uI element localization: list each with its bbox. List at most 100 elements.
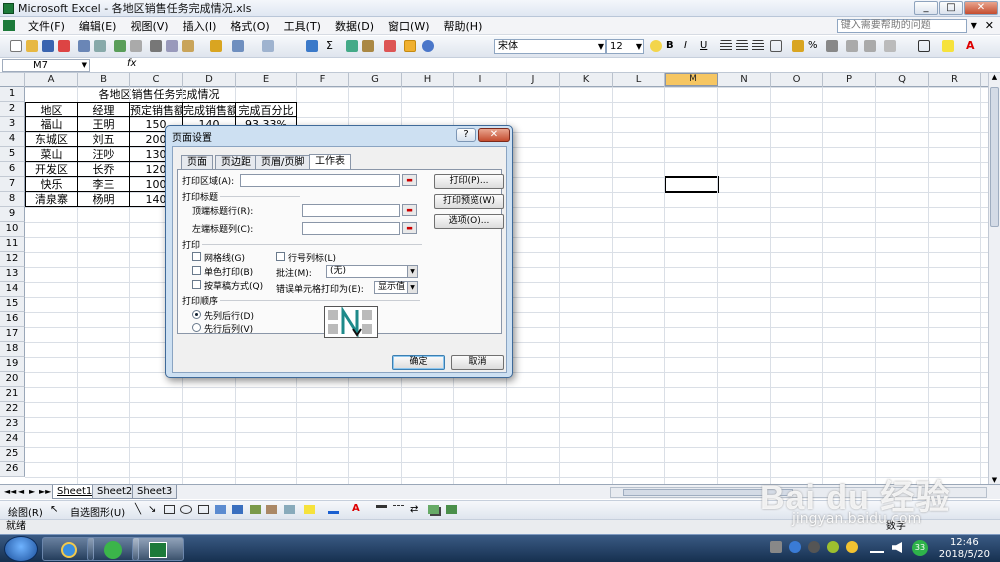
currency-icon[interactable]	[792, 40, 804, 52]
sheet-title-cell[interactable]: 各地区销售任务完成情况	[80, 87, 238, 102]
tab-margins[interactable]: 页边距	[215, 155, 257, 169]
table-cell[interactable]: 杨明	[78, 192, 130, 207]
row-header-15[interactable]: 15	[0, 297, 25, 312]
insert-function-icon[interactable]: fx	[127, 58, 136, 69]
menu-format[interactable]: 格式(O)	[223, 18, 276, 34]
dialog-close-button[interactable]: ✕	[478, 128, 510, 142]
column-header-i[interactable]: I	[454, 73, 507, 87]
column-header-c[interactable]: C	[130, 73, 183, 87]
table-cell[interactable]: 汪吵	[78, 147, 130, 162]
hyperlink-icon[interactable]	[306, 40, 318, 52]
scroll-up-icon[interactable]: ▲	[989, 73, 1000, 81]
menu-edit[interactable]: 编辑(E)	[72, 18, 124, 34]
print-icon[interactable]	[78, 40, 90, 52]
volume-icon[interactable]	[892, 542, 902, 553]
cell-errors-select[interactable]: 显示值 ▼	[374, 281, 418, 294]
table-header-cell[interactable]: 预定销售额	[130, 102, 183, 117]
rows-to-repeat-input[interactable]	[302, 204, 400, 217]
arrow-style-icon[interactable]: ⇄	[410, 504, 418, 515]
black-white-checkbox[interactable]	[192, 266, 201, 275]
increase-decimal-icon[interactable]	[846, 40, 858, 52]
last-sheet-icon[interactable]: ►►	[39, 487, 51, 496]
select-objects-icon[interactable]: ↖	[50, 504, 58, 515]
minimize-button[interactable]: _	[914, 1, 938, 15]
menu-help[interactable]: 帮助(H)	[437, 18, 490, 34]
row-header-21[interactable]: 21	[0, 387, 25, 402]
new-icon[interactable]	[10, 40, 22, 52]
merge-center-icon[interactable]	[770, 40, 782, 52]
row-header-1[interactable]: 1	[0, 87, 25, 102]
line-style-icon[interactable]	[376, 505, 387, 514]
copy-icon[interactable]	[166, 40, 178, 52]
line-color-icon[interactable]	[328, 505, 339, 514]
table-header-cell[interactable]: 地区	[25, 102, 78, 117]
print-button[interactable]: 打印(P)...	[434, 174, 504, 189]
row-header-25[interactable]: 25	[0, 447, 25, 462]
draw-menu-button[interactable]: 绘图(R)	[8, 504, 43, 519]
sheet-tab-sheet3[interactable]: Sheet3	[132, 485, 178, 499]
tray-badge[interactable]: 33	[912, 540, 928, 556]
collapse-dialog-icon[interactable]: ▬	[402, 174, 417, 186]
decrease-decimal-icon[interactable]	[864, 40, 876, 52]
font-size-select[interactable]: 12 ▼	[606, 39, 644, 54]
ok-button[interactable]: 确定	[392, 355, 445, 370]
workbook-icon[interactable]	[3, 20, 15, 31]
open-icon[interactable]	[26, 40, 38, 52]
tab-sheet[interactable]: 工作表	[309, 154, 351, 169]
column-header-o[interactable]: O	[771, 73, 823, 87]
row-header-19[interactable]: 19	[0, 357, 25, 372]
format-painter-icon[interactable]	[210, 40, 222, 52]
row-header-24[interactable]: 24	[0, 432, 25, 447]
gridlines-checkbox[interactable]	[192, 252, 201, 261]
sheet-tab-sheet2[interactable]: Sheet2	[92, 485, 138, 499]
formula-input[interactable]	[145, 59, 998, 72]
collapse-dialog-icon[interactable]: ▬	[402, 204, 417, 216]
cols-to-repeat-input[interactable]	[302, 222, 400, 235]
row-header-12[interactable]: 12	[0, 252, 25, 267]
options-button[interactable]: 选项(O)...	[434, 214, 504, 229]
fill-color-icon[interactable]	[942, 40, 954, 52]
bold-button[interactable]: B	[666, 40, 678, 52]
row-header-17[interactable]: 17	[0, 327, 25, 342]
redo-icon[interactable]	[262, 40, 274, 52]
rectangle-icon[interactable]	[164, 505, 175, 514]
table-cell[interactable]: 长乔	[78, 162, 130, 177]
percent-button[interactable]: %	[808, 40, 820, 52]
over-then-down-radio[interactable]	[192, 323, 201, 332]
row-header-14[interactable]: 14	[0, 282, 25, 297]
help-search-input[interactable]: 键入需要帮助的问题	[836, 18, 967, 33]
tray-keyboard-icon[interactable]	[770, 541, 782, 553]
next-sheet-icon[interactable]: ►	[29, 487, 35, 496]
research-icon[interactable]	[130, 40, 142, 52]
first-sheet-icon[interactable]: ◄◄	[4, 487, 16, 496]
cancel-button[interactable]: 取消	[451, 355, 504, 370]
row-header-9[interactable]: 9	[0, 207, 25, 222]
textbox-icon[interactable]	[198, 505, 209, 514]
font-color-icon[interactable]: A	[966, 40, 978, 52]
smiley-icon[interactable]	[650, 40, 662, 52]
fill-color-icon[interactable]	[304, 505, 315, 514]
undo-icon[interactable]	[232, 40, 244, 52]
print-preview-button[interactable]: 打印预览(W)	[434, 194, 504, 209]
close-workbook-icon[interactable]: ✕	[985, 19, 994, 32]
taskbar-excel-button[interactable]	[132, 537, 184, 561]
close-button[interactable]: ✕	[964, 1, 998, 15]
tray-360-icon[interactable]	[827, 541, 839, 553]
autosum-icon[interactable]: Σ	[326, 40, 338, 52]
autoshapes-menu-button[interactable]: 自选图形(U)	[70, 504, 125, 519]
cut-icon[interactable]	[150, 40, 162, 52]
table-header-cell[interactable]: 完成销售额	[183, 102, 236, 117]
row-header-10[interactable]: 10	[0, 222, 25, 237]
chart-wizard-icon[interactable]	[384, 40, 396, 52]
table-cell[interactable]: 清泉寨	[25, 192, 78, 207]
menu-tools[interactable]: 工具(T)	[277, 18, 328, 34]
tab-header-footer[interactable]: 页眉/页脚	[255, 155, 311, 169]
comments-select[interactable]: (无) ▼	[326, 265, 418, 278]
table-cell[interactable]: 开发区	[25, 162, 78, 177]
table-cell[interactable]: 王明	[78, 117, 130, 132]
menu-insert[interactable]: 插入(I)	[176, 18, 224, 34]
network-icon[interactable]	[870, 542, 884, 553]
row-header-2[interactable]: 2	[0, 102, 25, 117]
wordart-icon[interactable]	[215, 505, 226, 514]
menu-window[interactable]: 窗口(W)	[381, 18, 436, 34]
